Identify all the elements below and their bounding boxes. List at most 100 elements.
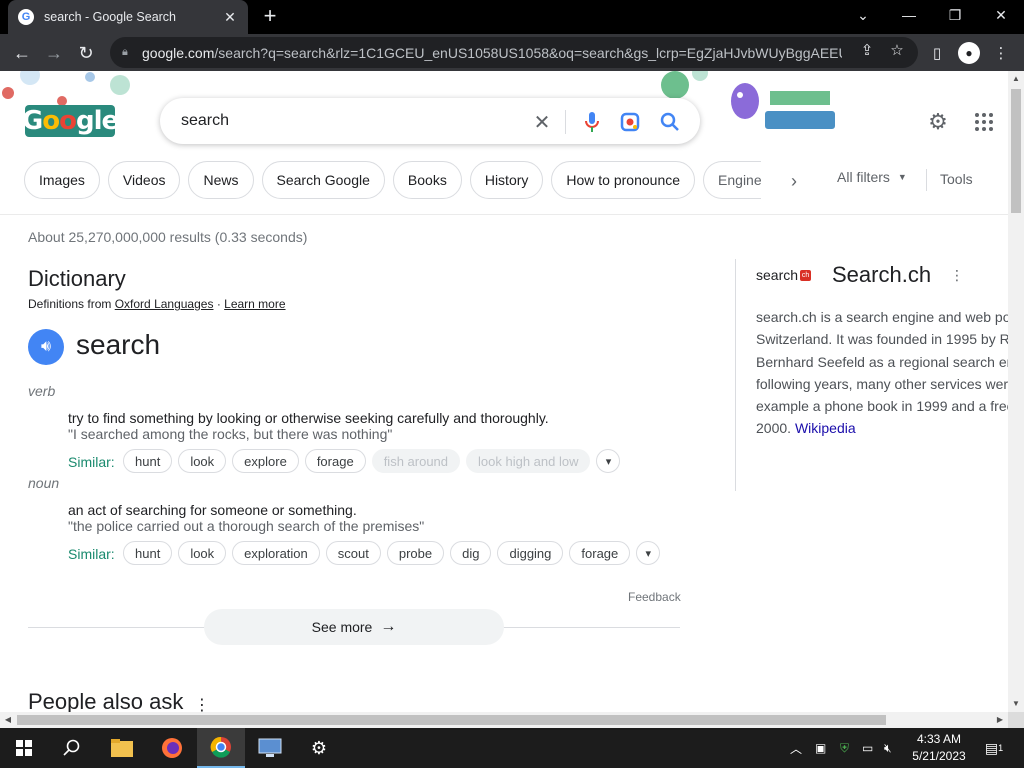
searchbox-divider <box>565 110 566 134</box>
all-filters-button[interactable]: All filters ▼ <box>837 169 907 185</box>
microphone-icon[interactable] <box>580 110 604 134</box>
profile-icon[interactable]: ● <box>956 40 982 66</box>
more-options-icon[interactable]: ⋮ <box>194 695 210 712</box>
vertical-scrollbar[interactable]: ▲ ▼ <box>1008 71 1024 712</box>
chip-videos[interactable]: Videos <box>107 161 181 199</box>
tray-network-icon[interactable]: ▭ <box>862 728 873 768</box>
tray-chevron-up-icon[interactable]: ︿ <box>790 728 802 768</box>
tab-search-chevron-icon[interactable]: ⌄ <box>840 0 886 30</box>
minimize-button[interactable]: — <box>886 0 932 30</box>
synonym-chip[interactable]: explore <box>232 449 299 473</box>
synonym-chip[interactable]: scout <box>325 541 381 565</box>
tab-title: search - Google Search <box>44 10 177 24</box>
see-more-label: See more <box>311 619 373 635</box>
horizontal-scroll-thumb[interactable] <box>17 715 886 725</box>
chip-books[interactable]: Books <box>392 161 462 199</box>
chrome-menu-icon[interactable]: ⋮ <box>988 40 1014 66</box>
chip-history[interactable]: History <box>469 161 544 199</box>
vertical-scroll-thumb[interactable] <box>1011 89 1021 213</box>
synonym-chip[interactable]: forage <box>304 449 366 473</box>
definitions-source: Definitions from Oxford Languages · Lear… <box>28 297 286 311</box>
side-panel-icon[interactable]: ▯ <box>924 40 950 66</box>
settings-gear-icon[interactable]: ⚙ <box>924 108 952 136</box>
synonym-chip[interactable]: look <box>178 449 227 473</box>
scroll-left-arrow-icon[interactable]: ◀ <box>0 712 16 728</box>
example-verb: "I searched among the rocks, but there w… <box>68 426 393 442</box>
google-apps-grid-icon[interactable] <box>970 108 998 136</box>
address-url[interactable]: google.com/search?q=search&rlz=1C1GCEU_e… <box>142 45 842 61</box>
bookmark-star-icon[interactable]: ☆ <box>887 40 907 60</box>
expand-synonyms-chevron-icon[interactable]: ▾ <box>636 541 661 565</box>
chip-news[interactable]: News <box>188 161 254 199</box>
tab-close-icon[interactable]: ✕ <box>222 9 238 26</box>
search-box[interactable]: search ✕ <box>160 98 700 144</box>
wikipedia-link[interactable]: Wikipedia <box>795 420 856 436</box>
reload-icon[interactable]: ↻ <box>73 40 99 66</box>
browser-tab[interactable]: G search - Google Search ✕ <box>8 0 248 34</box>
tray-volume-muted-icon[interactable]: 🔇︎ <box>884 728 892 768</box>
taskbar-clock[interactable]: 4:33 AM 5/21/2023 <box>904 731 974 765</box>
expand-synonyms-chevron-icon[interactable]: ▾ <box>596 449 621 473</box>
new-tab-button[interactable]: + <box>258 5 282 29</box>
kp-desc-line: Bernhard Seefeld as a regional search en <box>756 353 1008 370</box>
google-doodle-logo[interactable]: Go o gle <box>21 105 119 137</box>
feedback-link[interactable]: Feedback <box>628 590 681 604</box>
synonym-chip[interactable]: look high and low <box>466 449 591 473</box>
scroll-right-arrow-icon[interactable]: ▶ <box>992 712 1008 728</box>
synonym-chip[interactable]: digging <box>497 541 564 565</box>
scroll-down-arrow-icon[interactable]: ▼ <box>1008 696 1024 712</box>
chip-engine[interactable]: Engine <box>703 161 762 199</box>
notification-center-icon[interactable]: ▤ 1 <box>982 728 1006 768</box>
knowledge-panel-description: search.ch is a search engine and web po … <box>756 306 1008 440</box>
lens-camera-icon[interactable] <box>618 110 642 134</box>
arrow-right-icon: → <box>380 618 397 635</box>
search-icon[interactable] <box>658 110 682 134</box>
lock-icon[interactable]: 🔒︎ <box>122 46 136 60</box>
result-stats: About 25,270,000,000 results (0.33 secon… <box>28 229 308 245</box>
synonym-chip[interactable]: look <box>178 541 227 565</box>
windows-taskbar: ⚙ ︿ ▣ ⛨ ▭ 🔇︎ 4:33 AM 5/21/2023 ▤ 1 <box>0 728 1024 768</box>
all-filters-label: All filters <box>837 169 890 185</box>
similar-label: Similar: <box>68 546 115 562</box>
taskbar-search-icon[interactable] <box>48 728 96 768</box>
pronounce-speaker-icon[interactable]: 🔊︎ <box>28 329 64 365</box>
scroll-up-arrow-icon[interactable]: ▲ <box>1008 71 1024 87</box>
tray-shield-icon[interactable]: ⛨ <box>840 728 849 768</box>
more-options-icon[interactable]: ⋮ <box>950 267 964 284</box>
chip-search-google[interactable]: Search Google <box>261 161 385 199</box>
back-arrow-icon[interactable]: ← <box>9 40 35 66</box>
clear-search-icon[interactable]: ✕ <box>530 110 554 134</box>
synonym-chip[interactable]: hunt <box>123 449 173 473</box>
windows-start-icon[interactable] <box>0 728 48 768</box>
synonym-chip[interactable]: fish around <box>371 449 461 473</box>
tools-button[interactable]: Tools <box>940 171 973 187</box>
logo-letter-g: G <box>21 106 43 136</box>
clock-time: 4:33 AM <box>916 732 962 746</box>
firefox-icon[interactable] <box>148 728 196 768</box>
chrome-taskbar-icon[interactable] <box>197 728 245 768</box>
synonym-chip[interactable]: exploration <box>232 541 320 565</box>
synonym-chip[interactable]: hunt <box>123 541 173 565</box>
file-explorer-icon[interactable] <box>98 728 146 768</box>
remote-desktop-icon[interactable] <box>246 728 294 768</box>
kp-desc-line: Switzerland. It was founded in 1995 by R <box>756 331 1008 348</box>
url-host: google.com <box>142 44 215 61</box>
share-icon[interactable]: ⇪ <box>857 40 877 60</box>
restore-button[interactable]: ❐ <box>932 0 978 30</box>
synonym-chip[interactable]: probe <box>386 541 445 565</box>
learn-more-link[interactable]: Learn more <box>224 297 285 311</box>
synonym-chip[interactable]: forage <box>569 541 631 565</box>
synonym-chip[interactable]: dig <box>450 541 492 565</box>
avatar: ● <box>958 42 980 64</box>
address-bar[interactable]: 🔒︎ google.com/search?q=search&rlz=1C1GCE… <box>110 37 918 68</box>
horizontal-scrollbar[interactable]: ◀ ▶ <box>0 712 1008 728</box>
chevron-right-icon[interactable]: › <box>780 169 808 193</box>
tray-device-icon[interactable]: ▣ <box>815 728 826 768</box>
oxford-languages-link[interactable]: Oxford Languages <box>115 297 214 311</box>
close-window-button[interactable]: ✕ <box>978 0 1024 30</box>
see-more-button[interactable]: See more → <box>204 609 504 645</box>
forward-arrow-icon[interactable]: → <box>41 40 67 66</box>
chip-how-to-pronounce[interactable]: How to pronounce <box>551 161 696 199</box>
settings-gear-icon[interactable]: ⚙ <box>295 728 343 768</box>
chip-images[interactable]: Images <box>24 161 100 199</box>
